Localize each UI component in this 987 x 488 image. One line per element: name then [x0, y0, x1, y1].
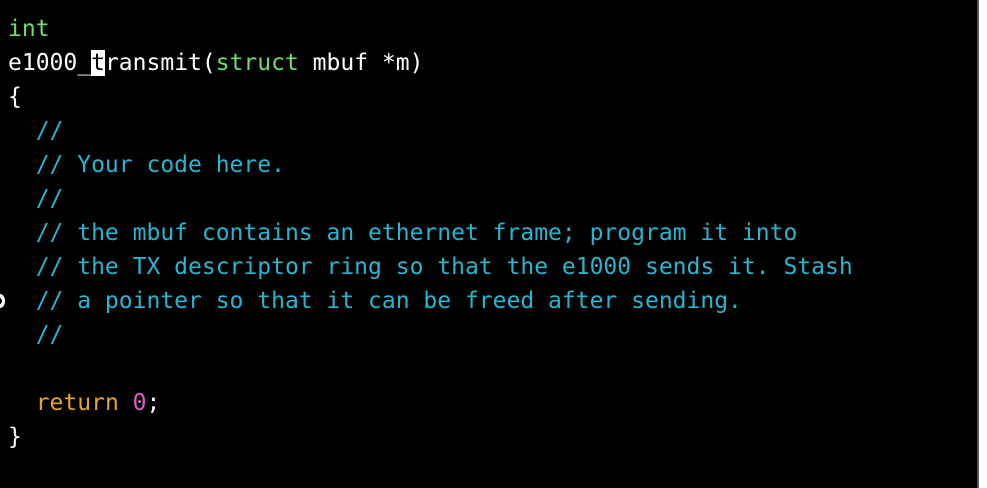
window-frame-edge — [977, 0, 987, 488]
code-line[interactable]: // — [8, 114, 64, 148]
code-token-default: mbuf *m) — [298, 50, 424, 76]
code-line[interactable]: return 0; — [8, 386, 161, 420]
code-token-comment: // Your code here. — [8, 152, 285, 178]
code-token-default — [119, 390, 133, 416]
code-line[interactable]: { — [8, 80, 22, 114]
code-token-default: ; — [146, 390, 161, 416]
code-line[interactable]: // a pointer so that it can be freed aft… — [8, 284, 742, 318]
code-token-type: int — [8, 16, 50, 42]
code-line[interactable]: // the TX descriptor ring so that the e1… — [8, 250, 853, 284]
code-token-keyword: return — [35, 390, 119, 416]
code-token-default — [8, 390, 36, 416]
code-line[interactable]: // the mbuf contains an ethernet frame; … — [8, 216, 798, 250]
code-token-default: e1000_ — [8, 50, 92, 76]
code-line[interactable]: int — [8, 12, 50, 46]
code-token-comment: // the mbuf contains an ethernet frame; … — [8, 220, 798, 246]
code-token-comment: // — [8, 322, 64, 348]
code-token-default: } — [8, 424, 22, 450]
code-token-default: { — [8, 84, 22, 110]
code-line[interactable]: e1000_transmit(struct mbuf *m) — [8, 46, 423, 80]
text-cursor: t — [91, 50, 105, 76]
code-line[interactable]: // Your code here. — [8, 148, 285, 182]
code-token-comment: // a pointer so that it can be freed aft… — [8, 288, 742, 314]
code-token-number: 0 — [132, 390, 147, 416]
code-token-default: ransmit( — [104, 50, 216, 76]
code-line[interactable]: // — [8, 318, 64, 352]
code-line[interactable]: // — [8, 182, 64, 216]
terminal-editor[interactable]: int e1000_transmit(struct mbuf *m) { // //… — [0, 0, 977, 488]
code-line[interactable]: } — [8, 420, 22, 454]
code-token-comment: // the TX descriptor ring so that the e1… — [8, 254, 853, 280]
code-token-comment: // — [8, 118, 64, 144]
code-token-type: struct — [215, 50, 299, 76]
code-token-comment: // — [8, 186, 64, 212]
